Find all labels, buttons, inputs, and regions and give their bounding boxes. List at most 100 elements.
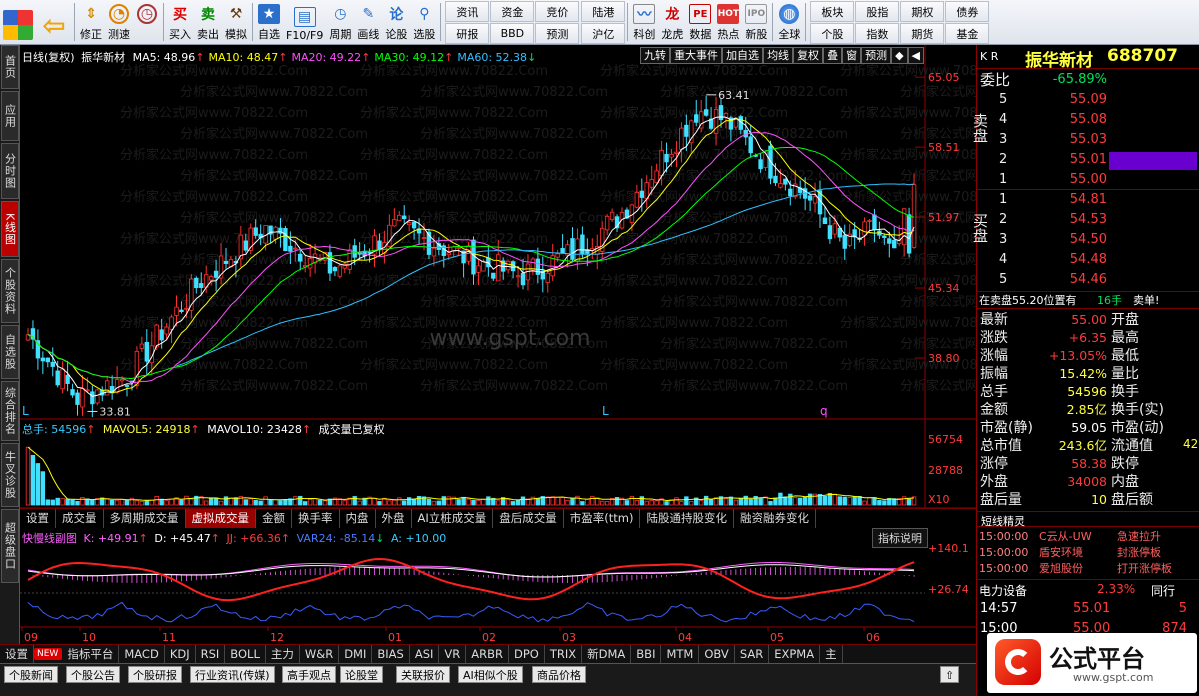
industry-row[interactable]: 电力设备 2.33% 同行 (977, 579, 1199, 598)
chart-canvas[interactable]: 分析家公式网www.70822.Com 分析家公式网www.70822.Com 分析… (20, 45, 976, 663)
toolbar-f10-button[interactable]: ▤ F10/F9 (283, 0, 326, 44)
volume-tab-11[interactable]: 陆股通持股变化 (640, 509, 734, 528)
kline-tool-9[interactable]: ◀ (907, 47, 924, 64)
volume-tab-1[interactable]: 成交量 (56, 509, 104, 528)
toolbar-index-button[interactable]: 指数 (855, 23, 900, 44)
volume-tab-5[interactable]: 换手率 (292, 509, 340, 528)
toolbar-star-market-button[interactable]: 〰科创 (630, 0, 658, 44)
volume-tab-10[interactable]: 市盈率(ttm) (563, 509, 641, 528)
kline-tool-4[interactable]: 复权 (793, 47, 824, 64)
toolbar-stock-button[interactable]: 个股 (810, 23, 855, 44)
kline-tool-7[interactable]: 预测 (861, 47, 892, 64)
toolbar-clock-button[interactable]: ◷测速 (133, 0, 161, 44)
volume-tab-0[interactable]: 设置 (20, 509, 56, 528)
toolbar-period-button[interactable]: ◷ 周期 (326, 0, 354, 44)
indicator-tab-9[interactable]: DMI (339, 645, 373, 663)
toolbar-hk-connect-button[interactable]: 陆港 (581, 1, 626, 22)
indicator-tab-6[interactable]: BOLL (225, 645, 266, 663)
kline-tool-8[interactable]: ◆ (891, 47, 908, 64)
toolbar-fix-button[interactable]: ⇕ 修正 (77, 0, 105, 44)
event-marker[interactable]: L (22, 404, 29, 418)
toolbar-global-button[interactable]: ◍ 全球 (775, 0, 803, 44)
indicator-tab-2[interactable]: 指标平台 (62, 645, 120, 663)
toolbar-info-button[interactable]: 资讯 (445, 1, 490, 22)
bottom-tab-3[interactable]: 行业资讯(传媒) (190, 666, 275, 683)
indicator-tab-3[interactable]: MACD (119, 645, 165, 663)
side-tab-5[interactable]: 自选股 (1, 325, 19, 379)
indicator-tab-8[interactable]: W&R (300, 645, 340, 663)
toolbar-fund-list-button[interactable]: 基金 (945, 23, 990, 44)
toolbar-speed-button[interactable]: ◔ 测速 (105, 0, 133, 44)
toolbar-back-button[interactable]: ⇦ (36, 0, 72, 44)
kline-tool-0[interactable]: 九转 (640, 47, 671, 64)
kline-tool-6[interactable]: 窗 (842, 47, 862, 64)
volume-tab-12[interactable]: 融资融券变化 (733, 509, 816, 528)
indicator-tab-17[interactable]: BBI (631, 645, 662, 663)
toolbar-watchlist-button[interactable]: ★ 自选 (255, 0, 283, 44)
toolbar-sh-connect-button[interactable]: 沪亿 (581, 23, 626, 44)
side-tab-0[interactable]: 首页 (1, 45, 19, 89)
toolbar-bbd-button[interactable]: BBD (490, 23, 535, 44)
event-marker[interactable]: L (602, 404, 609, 418)
volume-tab-6[interactable]: 内盘 (339, 509, 376, 528)
side-tab-6[interactable]: 综合排名 (1, 381, 19, 441)
indicator-tab-14[interactable]: DPO (509, 645, 545, 663)
toolbar-fund-button[interactable]: 资金 (490, 1, 535, 22)
indicator-tab-12[interactable]: VR (439, 645, 467, 663)
indicator-tab-22[interactable]: 主 (820, 645, 843, 663)
toolbar-futures-button[interactable]: 期货 (900, 23, 945, 44)
toolbar-auction-button[interactable]: 竞价 (535, 1, 580, 22)
toolbar-draw-button[interactable]: ✎ 画线 (354, 0, 382, 44)
toolbar-index-futures-button[interactable]: 股指 (855, 1, 900, 22)
indicator-tab-19[interactable]: OBV (699, 645, 735, 663)
bottom-tab-0[interactable]: 个股新闻 (4, 666, 58, 683)
news-item[interactable]: 15:00:00 爱旭股份 打开涨停板 (977, 561, 1199, 577)
indicator-tab-7[interactable]: 主力 (266, 645, 300, 663)
indicator-tab-15[interactable]: TRIX (545, 645, 583, 663)
indicator-tab-21[interactable]: EXPMA (769, 645, 821, 663)
toolbar-windows-button[interactable] (0, 0, 36, 44)
event-marker[interactable]: q (820, 404, 828, 418)
side-tab-7[interactable]: 牛叉诊股 (1, 443, 19, 507)
indicator-tab-16[interactable]: 新DMA (582, 645, 632, 663)
toolbar-buy-button[interactable]: 买买入 (166, 0, 194, 44)
side-tab-8[interactable]: 超级盘口 (1, 509, 19, 583)
bottom-tab-6[interactable]: 关联报价 (396, 666, 450, 683)
indicator-tab-10[interactable]: BIAS (372, 645, 410, 663)
indicator-tab-5[interactable]: RSI (196, 645, 226, 663)
toolbar-ipo-button[interactable]: IPO 新股 (742, 0, 770, 44)
toolbar-sector-button[interactable]: 板块 (810, 1, 855, 22)
side-tab-2[interactable]: 分时图 (1, 143, 19, 199)
side-tab-4[interactable]: 个股资料 (1, 259, 19, 323)
toolbar-data-button[interactable]: PE 数据 (686, 0, 714, 44)
kline-tool-3[interactable]: 均线 (763, 47, 794, 64)
toolbar-discuss-button[interactable]: 论论股 (382, 0, 410, 44)
bottom-tab-7[interactable]: AI相似个股 (458, 666, 523, 683)
kline-tool-5[interactable]: 叠 (823, 47, 843, 64)
toolbar-sell-button[interactable]: 卖卖出 (194, 0, 222, 44)
bottom-tab-2[interactable]: 个股研报 (128, 666, 182, 683)
indicator-tab-18[interactable]: MTM (661, 645, 700, 663)
toolbar-hot-button[interactable]: HOT 热点 (714, 0, 742, 44)
indicator-tab-1[interactable]: NEW (34, 648, 63, 660)
volume-tab-3[interactable]: 虚拟成交量 (185, 509, 256, 528)
indicator-tab-13[interactable]: ARBR (466, 645, 509, 663)
indicator-tab-11[interactable]: ASI (410, 645, 440, 663)
indicator-tab-20[interactable]: SAR (735, 645, 770, 663)
kline-tool-2[interactable]: 加自选 (722, 47, 764, 64)
news-item[interactable]: 15:00:00 盾安环境 封涨停板 (977, 545, 1199, 561)
side-tab-3[interactable]: K线图 (1, 201, 19, 257)
collapse-up-button[interactable]: ⇧ (940, 666, 960, 683)
bottom-tab-4[interactable]: 高手观点 (282, 666, 336, 683)
bottom-tab-1[interactable]: 个股公告 (66, 666, 120, 683)
indicator-help-button[interactable]: 指标说明 (872, 528, 928, 548)
volume-tab-9[interactable]: 盘后成交量 (493, 509, 564, 528)
bottom-tab-8[interactable]: 商品价格 (532, 666, 586, 683)
toolbar-options-button[interactable]: 期权 (900, 1, 945, 22)
volume-tab-7[interactable]: 外盘 (375, 509, 412, 528)
toolbar-bond-button[interactable]: 债券 (945, 1, 990, 22)
kline-tool-1[interactable]: 重大事件 (670, 47, 723, 64)
toolbar-research-button[interactable]: 研报 (445, 23, 490, 44)
volume-tab-4[interactable]: 金额 (256, 509, 292, 528)
toolbar-simulate-button[interactable]: ⚒ 模拟 (222, 0, 250, 44)
